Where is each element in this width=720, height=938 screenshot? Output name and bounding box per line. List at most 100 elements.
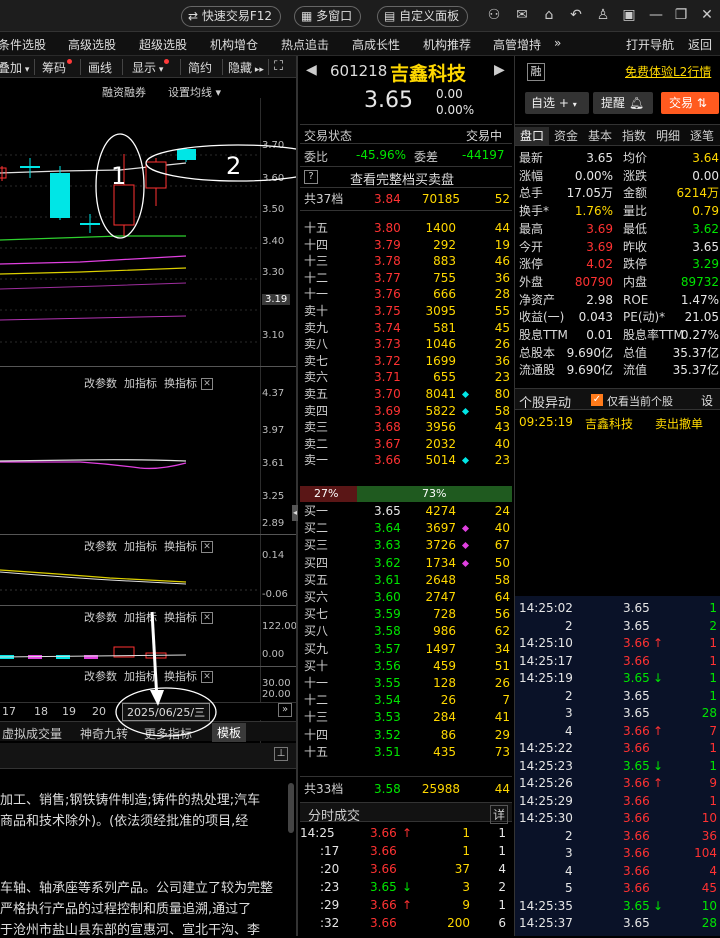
buy-order-row[interactable]: 十一 3.55 128 26 — [298, 675, 514, 692]
buy-order-row[interactable]: 十五 3.51 435 73 — [298, 744, 514, 761]
full-depth-link[interactable]: 查看完整档买卖盘 — [350, 169, 454, 188]
order-count: 50 — [494, 555, 510, 570]
sell-order-row[interactable]: 十四 3.79 292 19 — [298, 237, 514, 254]
help-icon[interactable]: ? — [304, 170, 318, 184]
buy-orders: 买一 3.65 4274 24 买二 3.64 3697 40 买三 3.63 3726 67 买四 3.… — [298, 503, 514, 773]
buy-order-row[interactable]: 买四 3.62 1734 50 — [298, 555, 514, 572]
order-level: 卖八 — [304, 337, 329, 352]
buy-order-row[interactable]: 买三 3.63 3726 67 — [298, 537, 514, 554]
tab-tick-by-tick[interactable]: 逐笔 — [685, 127, 719, 145]
tab-detail[interactable]: 明细 — [651, 127, 685, 145]
alert-button[interactable]: 提醒 🔔︎ — [593, 92, 653, 114]
order-volume: 284 — [433, 710, 456, 725]
order-count: 23 — [494, 453, 510, 468]
detail-tick-row: 14:25:35 3.65 ↓ 10 — [515, 898, 720, 916]
sell-order-row[interactable]: 卖一 3.66 5014 23 — [298, 452, 514, 469]
tab-funds[interactable]: 资金 — [549, 127, 583, 145]
order-ratio-bar: 27% 73% — [300, 486, 512, 502]
buy-order-row[interactable]: 买七 3.59 728 56 — [298, 606, 514, 623]
buy-order-row[interactable]: 十四 3.52 86 29 — [298, 727, 514, 744]
sell-order-row[interactable]: 卖十 3.75 3095 55 — [298, 303, 514, 320]
order-level: 卖四 — [304, 403, 329, 418]
order-level: 买五 — [304, 572, 329, 587]
sell-order-row[interactable]: 卖五 3.70 8041 80 — [298, 386, 514, 403]
buy-order-row[interactable]: 买二 3.64 3697 40 — [298, 520, 514, 537]
buy-order-row[interactable]: 十三 3.53 284 41 — [298, 709, 514, 726]
sell-order-row[interactable]: 卖二 3.67 2032 40 — [298, 436, 514, 453]
current-stock-only-label[interactable]: 仅看当前个股 — [607, 393, 673, 409]
tick-price: 3.66 — [370, 844, 397, 858]
sell-order-row[interactable]: 十一 3.76 666 28 — [298, 286, 514, 303]
buy-order-row[interactable]: 十二 3.54 26 7 — [298, 692, 514, 709]
stat-value: 35.37亿 — [672, 363, 719, 378]
order-price: 3.57 — [374, 641, 401, 656]
order-volume: 292 — [433, 237, 456, 252]
tick-volume: 9 — [462, 898, 470, 912]
order-price: 3.59 — [374, 607, 401, 622]
tick-price: 3.66 — [370, 862, 397, 876]
order-volume: 4274 — [425, 504, 456, 518]
order-level: 买九 — [304, 641, 329, 656]
buy-order-row[interactable]: 买一 3.65 4274 24 — [298, 503, 514, 520]
order-volume: 1734 — [425, 555, 456, 570]
sell-order-row[interactable]: 十五 3.80 1400 44 — [298, 220, 514, 237]
watchlist-button[interactable]: 自选 + ▾ — [525, 92, 589, 114]
stat-value: 3.29 — [692, 257, 719, 272]
prev-stock-icon[interactable]: ◀ — [306, 62, 317, 78]
sell-order-row[interactable]: 卖三 3.68 3956 43 — [298, 419, 514, 436]
trade-button[interactable]: 交易 ⇅ — [661, 92, 719, 114]
buy-order-row[interactable]: 买五 3.61 2648 58 — [298, 572, 514, 589]
buy-order-row[interactable]: 买十 3.56 459 51 — [298, 658, 514, 675]
movement-row[interactable]: 09:25:19 吉鑫科技 卖出撤单 — [519, 415, 719, 433]
order-volume: 459 — [433, 658, 456, 673]
order-count: 24 — [494, 504, 510, 518]
order-level: 卖六 — [304, 370, 329, 385]
sell-order-row[interactable]: 卖七 3.72 1699 36 — [298, 353, 514, 370]
order-price: 3.66 — [374, 453, 401, 468]
sell-order-row[interactable]: 十二 3.77 755 36 — [298, 270, 514, 287]
sell-order-row[interactable]: 十三 3.78 883 46 — [298, 253, 514, 270]
sell-order-row[interactable]: 卖六 3.71 655 23 — [298, 369, 514, 386]
tick-volume: 1 — [709, 741, 717, 755]
tick-volume: 4 — [709, 863, 717, 878]
sell-order-row[interactable]: 卖八 3.73 1046 26 — [298, 336, 514, 353]
sell-order-row[interactable]: 卖四 3.69 5822 58 — [298, 403, 514, 420]
sell-total-row: 共37档 3.84 70185 52 — [304, 192, 510, 206]
sell-orders: 十五 3.80 1400 44 十四 3.79 292 19 十三 3.78 883 46 十二 3.77… — [298, 220, 514, 470]
ask-ratio: 73% — [422, 487, 447, 500]
stat-value: 35.37亿 — [672, 345, 719, 360]
order-level: 十三 — [304, 710, 329, 725]
tab-index[interactable]: 指数 — [617, 127, 651, 145]
sell-order-row[interactable]: 卖九 3.74 581 45 — [298, 320, 514, 337]
order-count: 73 — [494, 744, 510, 759]
tick-volume: 37 — [454, 862, 470, 876]
tab-handicap[interactable]: 盘口 — [515, 127, 549, 145]
tick-volume: 28 — [701, 706, 717, 720]
order-level: 十二 — [304, 270, 329, 285]
tick-time: 4 — [565, 723, 573, 738]
tick-arrow-icon: ↓ — [653, 758, 664, 773]
l2-trial-link[interactable]: 免费体验L2行情 — [625, 63, 711, 80]
plus-icon: + — [558, 96, 569, 110]
settings-button[interactable]: 设 — [701, 392, 713, 409]
stat-value: 3.65 — [586, 151, 613, 165]
tick-row: :20 3.66 37 4 — [298, 861, 514, 879]
order-price: 3.53 — [374, 710, 401, 725]
tab-basics[interactable]: 基本 — [583, 127, 617, 145]
buy-order-row[interactable]: 买六 3.60 2747 64 — [298, 589, 514, 606]
buy-order-row[interactable]: 买八 3.58 986 62 — [298, 623, 514, 640]
tick-time: 14:25:22 — [519, 741, 573, 755]
next-stock-icon[interactable]: ▶ — [494, 62, 505, 78]
order-price: 3.74 — [374, 320, 401, 335]
tick-detail-button[interactable]: 详 — [490, 805, 509, 824]
order-volume: 86 — [440, 727, 456, 742]
tick-header: 分时成交 详 — [300, 802, 512, 824]
tick-volume: 36 — [701, 828, 717, 843]
collapse-icon[interactable]: ⊥ — [274, 747, 288, 761]
order-volume: 883 — [433, 254, 456, 269]
checkbox-checked-icon[interactable]: ✓ — [591, 394, 603, 406]
stat-label: 昨收 — [623, 239, 648, 254]
scrollbar[interactable] — [288, 783, 294, 833]
buy-order-row[interactable]: 买九 3.57 1497 34 — [298, 641, 514, 658]
order-level: 卖二 — [304, 436, 329, 451]
